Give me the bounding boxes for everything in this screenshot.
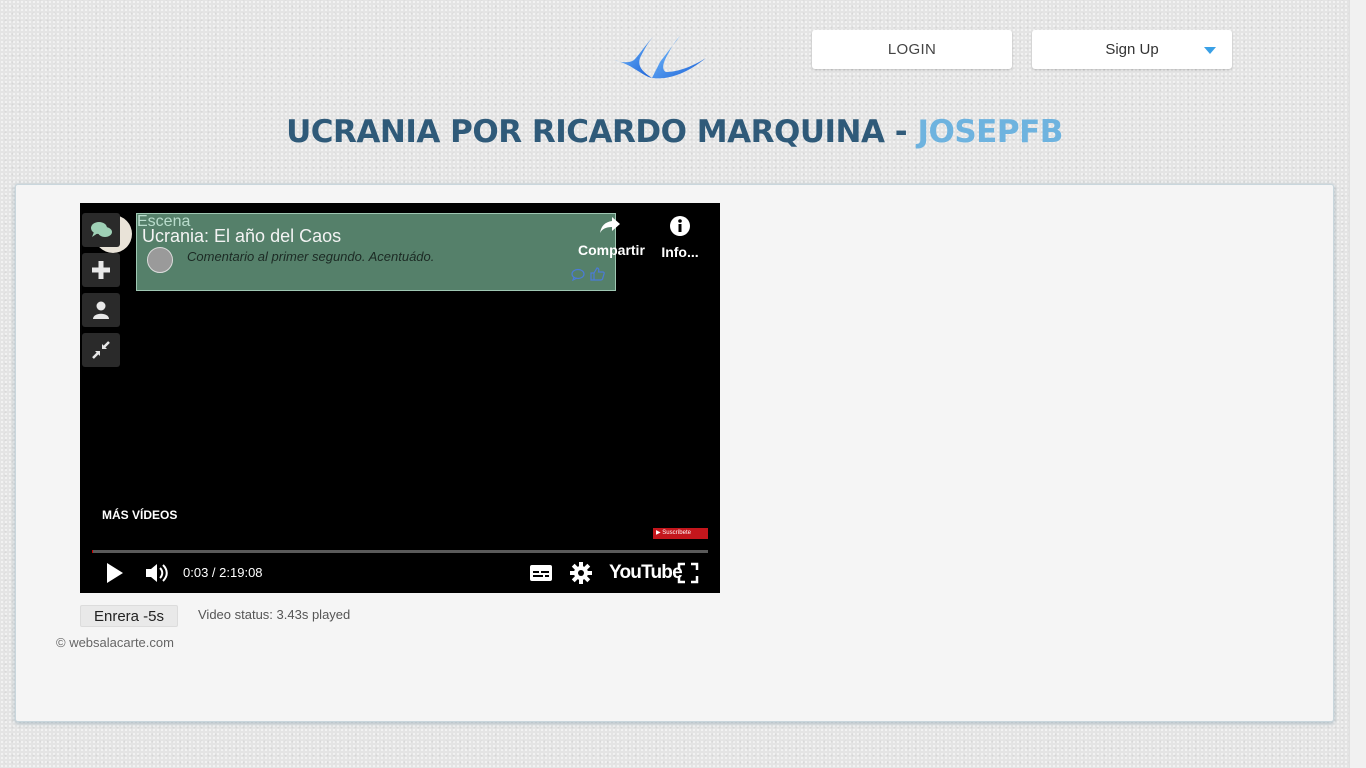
collapse-button[interactable] — [82, 333, 120, 367]
youtube-logo[interactable]: YouTube — [609, 562, 683, 584]
play-icon[interactable] — [104, 561, 126, 585]
time-current: 0:03 — [183, 565, 209, 580]
share-arrow-icon — [600, 217, 620, 233]
collapse-icon — [92, 341, 110, 359]
copyright: © websalacarte.com — [56, 635, 174, 650]
share-button[interactable]: Compartir — [578, 215, 645, 258]
page-scrollbar[interactable] — [1349, 0, 1366, 768]
page-title-main: UCRANIA POR RICARDO MARQUINA — [286, 114, 885, 150]
site-logo-icon[interactable] — [612, 30, 708, 84]
like-icon — [590, 267, 605, 281]
login-button[interactable]: LOGIN — [812, 30, 1012, 69]
subtitles-icon[interactable] — [529, 561, 553, 585]
info-label: Info... — [661, 244, 699, 260]
commenter-avatar — [147, 247, 173, 273]
video-title[interactable]: Ucrania: El año del Caos — [142, 226, 341, 247]
rewind-5s-button[interactable]: Enrera -5s — [80, 605, 178, 627]
annotation-overlay[interactable]: Escena Ucrania: El año del Caos Comentar… — [136, 213, 616, 291]
content-card: Escena Ucrania: El año del Caos Comentar… — [15, 184, 1334, 722]
video-status: Video status: 3.43s played — [198, 607, 351, 622]
subscribe-label: Suscríbete — [662, 530, 691, 536]
volume-icon[interactable] — [144, 561, 170, 585]
reply-like-icons[interactable] — [571, 267, 611, 281]
progress-bar[interactable] — [92, 550, 708, 553]
page-title-separator: - — [884, 114, 918, 150]
info-icon — [670, 216, 690, 236]
comments-button[interactable] — [82, 213, 120, 247]
video-player[interactable]: Escena Ucrania: El año del Caos Comentar… — [80, 203, 720, 593]
comment-text: Comentario al primer segundo. Acentuádo. — [187, 249, 435, 264]
comments-icon — [91, 222, 112, 237]
time-separator: / — [208, 565, 220, 580]
signup-dropdown-button[interactable]: Sign Up — [1032, 30, 1232, 69]
reply-icon — [571, 268, 585, 281]
add-button[interactable] — [82, 253, 120, 287]
settings-gear-icon[interactable] — [569, 561, 593, 585]
more-videos-link[interactable]: MÁS VÍDEOS — [102, 508, 177, 522]
subscribe-badge[interactable]: ▶ Suscríbete — [653, 528, 708, 539]
fullscreen-icon[interactable] — [677, 561, 699, 585]
time-total: 2:19:08 — [219, 565, 263, 580]
progress-fill — [92, 550, 93, 553]
time-display: 0:03 / 2:19:08 — [183, 565, 263, 580]
user-button[interactable] — [82, 293, 120, 327]
signup-label: Sign Up — [1105, 41, 1159, 58]
user-icon — [93, 301, 109, 319]
page-title-user[interactable]: JOSEPFB — [917, 114, 1063, 150]
chevron-down-icon — [1204, 47, 1216, 54]
plus-icon — [92, 261, 110, 279]
info-button[interactable]: Info... — [658, 215, 702, 260]
share-label: Compartir — [578, 242, 645, 258]
page-title: UCRANIA POR RICARDO MARQUINA - JOSEPFB — [0, 110, 1349, 154]
